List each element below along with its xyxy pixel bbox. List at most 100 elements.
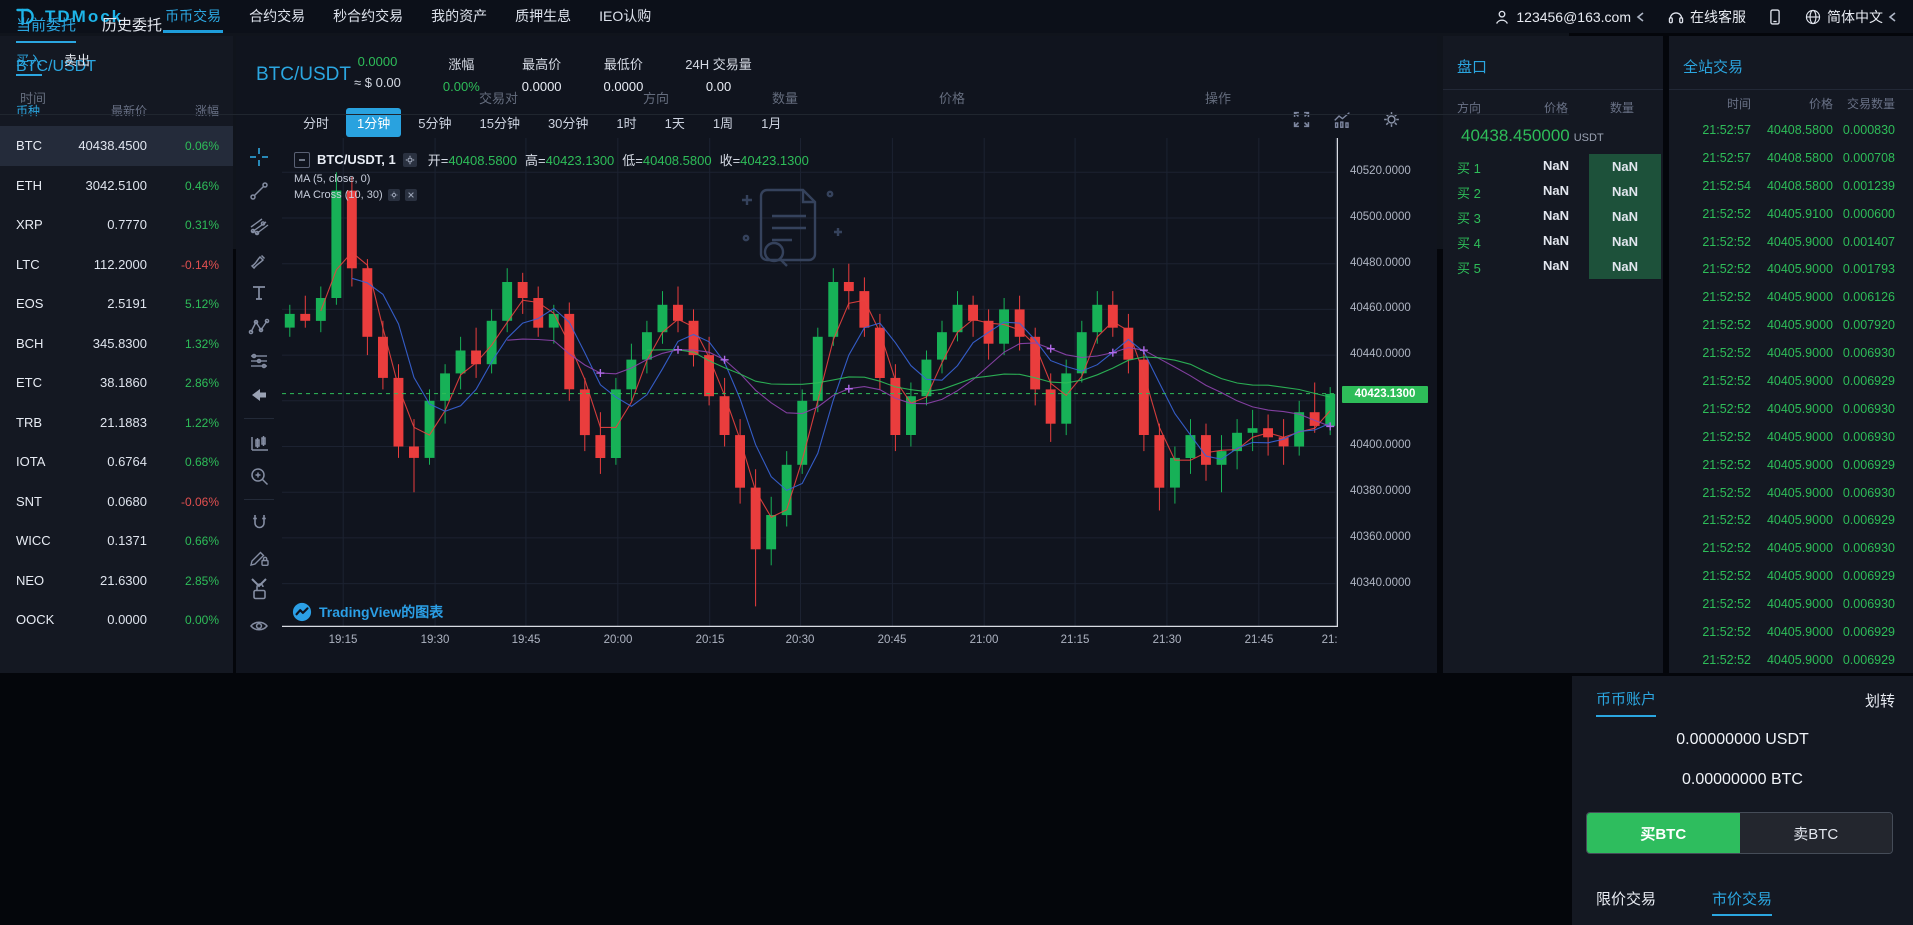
market-row-EOS[interactable]: EOS2.51915.12% <box>0 284 233 324</box>
zoom-in-icon[interactable] <box>248 465 270 487</box>
language-menu[interactable]: 简体中文 <box>1804 7 1897 27</box>
orderbook-row[interactable]: 买 3NaNNaN <box>1443 204 1663 229</box>
market-row-BCH[interactable]: BCH345.83001.32% <box>0 324 233 364</box>
orderbook-row[interactable]: 买 5NaNNaN <box>1443 254 1663 279</box>
market-price: 38.1860 <box>100 375 147 390</box>
trade-row: 21:52:5240405.90000.006930 <box>1669 339 1913 367</box>
tab-history-orders[interactable]: 历史委托 <box>102 14 162 43</box>
tab-sell[interactable]: 卖出 <box>64 50 90 76</box>
legend-collapse-icon[interactable] <box>294 152 310 168</box>
trade-buttons: 买BTC 卖BTC <box>1586 812 1893 854</box>
eye-icon[interactable] <box>248 614 270 636</box>
trendline-icon[interactable] <box>248 180 270 202</box>
nav-item-2[interactable]: 秒合约交易 <box>319 0 417 33</box>
market-row-IOTA[interactable]: IOTA0.67640.68% <box>0 442 233 482</box>
online-support[interactable]: 在线客服 <box>1667 7 1746 27</box>
market-row-ETC[interactable]: ETC38.18602.86% <box>0 363 233 403</box>
nav-item-0[interactable]: 币币交易 <box>151 0 235 33</box>
market-change: 0.66% <box>185 534 219 548</box>
market-row-XRP[interactable]: XRP0.77700.31% <box>0 205 233 245</box>
ob-price: NaN <box>1521 233 1591 248</box>
app-download[interactable] <box>1766 8 1784 26</box>
market-price: 0.6764 <box>107 454 147 469</box>
sell-btc-button[interactable]: 卖BTC <box>1740 813 1893 853</box>
tab-current-orders[interactable]: 当前委托 <box>16 14 76 43</box>
market-price: 21.6300 <box>100 573 147 588</box>
time-tick: 19:15 <box>329 634 358 646</box>
tradingview-logo-icon <box>292 602 312 622</box>
collapse-toolbar-icon[interactable] <box>244 573 274 593</box>
market-row-LTC[interactable]: LTC112.2000-0.14% <box>0 245 233 285</box>
trade-row: 21:52:5240405.90000.006930 <box>1669 534 1913 562</box>
legend-ohlc: 开=40408.5800高=40423.1300低=40408.5800收=40… <box>428 150 809 169</box>
market-symbol: WICC <box>16 533 51 548</box>
time-tick: 20:30 <box>786 634 815 646</box>
market-row-WICC[interactable]: WICC 0.1371 0.66% <box>0 521 233 561</box>
trade-row: 21:52:5240405.90000.006929 <box>1669 451 1913 479</box>
trade-row: 21:52:5240405.90000.006929 <box>1669 506 1913 534</box>
btc-balance: 0.00000000 BTC <box>1572 771 1913 789</box>
orderbook-title: 盘口 <box>1443 36 1663 90</box>
tab-spot-account[interactable]: 币币账户 <box>1596 688 1656 717</box>
arrow-left-icon[interactable] <box>248 384 270 406</box>
nav-item-3[interactable]: 我的资产 <box>417 0 501 33</box>
price-tick: 40500.0000 <box>1350 211 1411 223</box>
orders-side-tabs: 买入 卖出 <box>16 50 90 76</box>
crosshair-icon[interactable] <box>248 146 270 168</box>
chart-last-price: 0.0000 <box>358 54 398 69</box>
pattern-icon[interactable] <box>248 316 270 338</box>
tab-limit-order[interactable]: 限价交易 <box>1596 888 1656 916</box>
time-tick: 21:30 <box>1153 634 1182 646</box>
drawing-lock-icon[interactable] <box>248 546 270 568</box>
magnet-icon[interactable] <box>248 512 270 534</box>
stat-label: 涨幅 <box>448 54 474 73</box>
account-menu[interactable]: 123456@163.com <box>1493 8 1645 26</box>
trade-row: 21:52:5240405.90000.006929 <box>1669 646 1913 673</box>
forecast-icon[interactable] <box>248 350 270 372</box>
tab-market-order[interactable]: 市价交易 <box>1712 888 1772 916</box>
brush-icon[interactable] <box>248 248 270 270</box>
market-symbol: BCH <box>16 336 43 351</box>
last-price-unit: USDT <box>1574 132 1604 144</box>
market-price: 112.2000 <box>94 257 147 272</box>
market-symbol: SNT <box>16 494 42 509</box>
orderbook-row[interactable]: 买 2NaNNaN <box>1443 179 1663 204</box>
ob-side: 买 2 <box>1457 183 1481 202</box>
trade-row: 21:52:5240405.90000.006930 <box>1669 395 1913 423</box>
market-row-SNT[interactable]: SNT0.0680-0.06% <box>0 482 233 522</box>
buy-btc-button[interactable]: 买BTC <box>1587 813 1740 853</box>
transfer-link[interactable]: 划转 <box>1865 690 1895 711</box>
legend-settings-icon[interactable] <box>403 153 417 167</box>
trade-row: 21:52:5240405.90000.006930 <box>1669 479 1913 507</box>
price-tick: 40360.0000 <box>1350 531 1411 543</box>
orderbook-row[interactable]: 买 1NaNNaN <box>1443 154 1663 179</box>
bar-pattern-icon[interactable] <box>248 431 270 453</box>
ob-price: NaN <box>1521 258 1591 273</box>
nav-item-1[interactable]: 合约交易 <box>235 0 319 33</box>
market-row-BTC[interactable]: BTC40438.45000.06% <box>0 126 233 166</box>
market-row-NEO[interactable]: NEO21.63002.85% <box>0 561 233 601</box>
ma-settings-icon[interactable] <box>388 189 400 201</box>
market-symbol: BTC <box>16 138 42 153</box>
market-change: 0.00% <box>185 613 219 627</box>
pitchfork-icon[interactable] <box>248 214 270 236</box>
toolbar-divider <box>244 418 274 419</box>
support-label: 在线客服 <box>1690 7 1746 27</box>
ma-close-icon[interactable] <box>405 189 417 201</box>
market-sidebar: BTC/USDT 币种 最新价 涨幅 BTC40438.45000.06%ETH… <box>0 36 233 673</box>
nav-item-4[interactable]: 质押生息 <box>501 0 585 33</box>
market-row-TRB[interactable]: TRB21.18831.22% <box>0 403 233 443</box>
market-price: 0.1371 <box>107 533 147 548</box>
text-tool-icon[interactable] <box>248 282 270 304</box>
time-axis[interactable]: 19:1519:3019:4520:0020:1520:3020:4521:00… <box>282 631 1338 651</box>
market-change: 2.86% <box>185 376 219 390</box>
trade-row: 21:52:5240405.90000.006929 <box>1669 367 1913 395</box>
tradingview-attribution[interactable]: TradingView的图表 <box>292 602 443 622</box>
orderbook-row[interactable]: 买 4NaNNaN <box>1443 229 1663 254</box>
market-change: -0.06% <box>181 495 219 509</box>
market-row-OOCK[interactable]: OOCK0.00000.00% <box>0 600 233 640</box>
price-axis[interactable]: 40520.000040500.000040480.000040460.0000… <box>1340 138 1436 627</box>
market-row-ETH[interactable]: ETH3042.51000.46% <box>0 166 233 206</box>
tab-buy[interactable]: 买入 <box>16 50 42 76</box>
nav-item-5[interactable]: IEO认购 <box>585 0 665 33</box>
